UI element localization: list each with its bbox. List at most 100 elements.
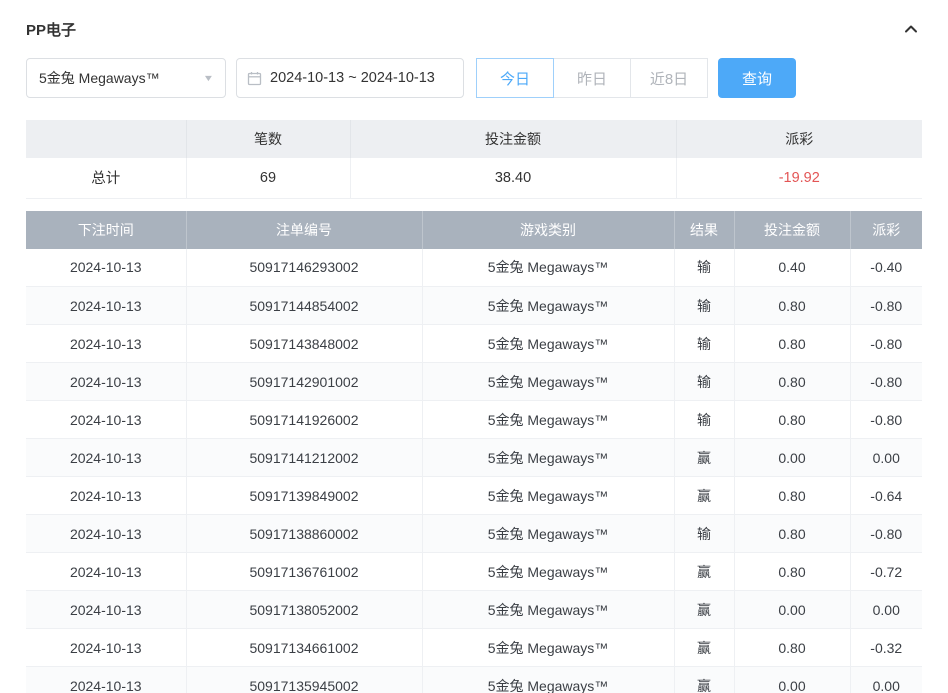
- cell-bet-amount: 0.80: [734, 363, 850, 401]
- calendar-icon: [247, 71, 262, 86]
- header-bet-amount: 投注金额: [734, 211, 850, 249]
- today-button[interactable]: 今日: [476, 58, 554, 98]
- cell-bet-id: 50917146293002: [186, 249, 422, 287]
- header-payout: 派彩: [850, 211, 922, 249]
- cell-result: 赢: [674, 667, 734, 693]
- cell-payout: -0.80: [850, 325, 922, 363]
- cell-payout: 0.00: [850, 667, 922, 693]
- cell-result: 输: [674, 363, 734, 401]
- summary-count: 69: [186, 158, 350, 198]
- summary-bet-amount: 38.40: [350, 158, 676, 198]
- cell-bet-id: 50917136761002: [186, 553, 422, 591]
- cell-result: 输: [674, 249, 734, 287]
- table-header-row: 下注时间注单编号游戏类别结果投注金额派彩: [26, 211, 922, 249]
- cell-bet-time: 2024-10-13: [26, 629, 186, 667]
- cell-bet-id: 50917142901002: [186, 363, 422, 401]
- cell-game-type: 5金兔 Megaways™: [422, 325, 674, 363]
- cell-result: 赢: [674, 439, 734, 477]
- collapse-chevron-up-icon[interactable]: [900, 18, 922, 40]
- table-row: 2024-10-13509171359450025金兔 Megaways™赢 0.…: [26, 667, 922, 693]
- cell-bet-amount: 0.80: [734, 325, 850, 363]
- table-row: 2024-10-13509171438480025金兔 Megaways™输0.…: [26, 325, 922, 363]
- table-row: 2024-10-13509171419260025金兔 Megaways™输0.…: [26, 401, 922, 439]
- cell-game-type: 5金兔 Megaways™: [422, 477, 674, 515]
- cell-bet-amount: 0.80: [734, 401, 850, 439]
- header-game-type: 游戏类别: [422, 211, 674, 249]
- cell-result: 输: [674, 401, 734, 439]
- cell-bet-time: 2024-10-13: [26, 287, 186, 325]
- page: PP电子 5金兔 Megaways™ ▼ 2024-10-13 ~ 2024-1…: [0, 0, 948, 693]
- game-select-value: 5金兔 Megaways™: [39, 68, 160, 88]
- table-row: 2024-10-13509171380520025金兔 Megaways™赢0.…: [26, 591, 922, 629]
- summary-header-cell-3: 派彩: [676, 120, 922, 158]
- cell-payout: -0.40: [850, 249, 922, 287]
- cell-bet-amount: 0.80: [734, 515, 850, 553]
- cell-result: 赢: [674, 553, 734, 591]
- cell-game-type: 5金兔 Megaways™: [422, 401, 674, 439]
- cell-bet-time: 2024-10-13: [26, 667, 186, 693]
- cell-bet-id: 50917143848002: [186, 325, 422, 363]
- cell-bet-amount: 0.40: [734, 249, 850, 287]
- cell-bet-time: 2024-10-13: [26, 553, 186, 591]
- last-8-days-button[interactable]: 近8日: [630, 58, 708, 98]
- cell-bet-id: 50917138052002: [186, 591, 422, 629]
- cell-payout: -0.80: [850, 515, 922, 553]
- cell-bet-amount: 0.80: [734, 629, 850, 667]
- cell-bet-time: 2024-10-13: [26, 515, 186, 553]
- game-select[interactable]: 5金兔 Megaways™ ▼: [26, 58, 226, 98]
- summary-header-cell-1: 笔数: [186, 120, 350, 158]
- cell-payout: -0.80: [850, 363, 922, 401]
- quick-filter-group: 今日 昨日 近8日: [476, 58, 708, 98]
- cell-payout: -0.72: [850, 553, 922, 591]
- caret-down-icon: ▼: [203, 73, 215, 83]
- section-header: PP电子: [26, 14, 922, 44]
- cell-bet-time: 2024-10-13: [26, 325, 186, 363]
- filter-bar: 5金兔 Megaways™ ▼ 2024-10-13 ~ 2024-10-13 …: [26, 58, 922, 98]
- cell-bet-id: 50917141926002: [186, 401, 422, 439]
- cell-game-type: 5金兔 Megaways™: [422, 515, 674, 553]
- cell-bet-time: 2024-10-13: [26, 363, 186, 401]
- cell-bet-time: 2024-10-13: [26, 401, 186, 439]
- cell-game-type: 5金兔 Megaways™: [422, 629, 674, 667]
- table-row: 2024-10-13509171398490025金兔 Megaways™赢0.…: [26, 477, 922, 515]
- summary-header-cell-0: [26, 120, 186, 158]
- date-range-input[interactable]: 2024-10-13 ~ 2024-10-13: [236, 58, 464, 98]
- cell-payout: -0.64: [850, 477, 922, 515]
- cell-game-type: 5金兔 Megaways™: [422, 591, 674, 629]
- cell-bet-amount: 0.00: [734, 439, 850, 477]
- cell-result: 赢: [674, 591, 734, 629]
- cell-bet-amount: 0.00: [734, 591, 850, 629]
- summary-payout: -19.92: [676, 158, 922, 198]
- cell-bet-id: 50917134661002: [186, 629, 422, 667]
- table-row: 2024-10-13509171412120025金兔 Megaways™赢0.…: [26, 439, 922, 477]
- cell-result: 输: [674, 515, 734, 553]
- table-row: 2024-10-13509171388600025金兔 Megaways™输0.…: [26, 515, 922, 553]
- summary-header-row: 笔数投注金额派彩: [26, 120, 922, 158]
- cell-bet-amount: 0.80: [734, 477, 850, 515]
- cell-bet-amount: 0.80: [734, 553, 850, 591]
- cell-game-type: 5金兔 Megaways™: [422, 553, 674, 591]
- date-range-value: 2024-10-13 ~ 2024-10-13: [270, 70, 435, 86]
- cell-bet-id: 50917139849002: [186, 477, 422, 515]
- header-bet-id: 注单编号: [186, 211, 422, 249]
- page-title: PP电子: [26, 19, 76, 40]
- cell-bet-time: 2024-10-13: [26, 249, 186, 287]
- header-result: 结果: [674, 211, 734, 249]
- header-bet-time: 下注时间: [26, 211, 186, 249]
- table-row: 2024-10-13509171448540025金兔 Megaways™输0.…: [26, 287, 922, 325]
- cell-game-type: 5金兔 Megaways™: [422, 363, 674, 401]
- summary-total-row: 总计6938.40-19.92: [26, 158, 922, 198]
- cell-game-type: 5金兔 Megaways™: [422, 667, 674, 693]
- cell-bet-id: 50917135945002: [186, 667, 422, 693]
- cell-bet-amount: 0.80: [734, 287, 850, 325]
- table-row: 2024-10-13509171367610025金兔 Megaways™赢0.…: [26, 553, 922, 591]
- cell-result: 输: [674, 325, 734, 363]
- cell-bet-time: 2024-10-13: [26, 439, 186, 477]
- cell-game-type: 5金兔 Megaways™: [422, 249, 674, 287]
- query-button[interactable]: 查询: [718, 58, 796, 98]
- table-row: 2024-10-13509171462930025金兔 Megaways™输0.…: [26, 249, 922, 287]
- cell-payout: 0.00: [850, 591, 922, 629]
- cell-bet-id: 50917141212002: [186, 439, 422, 477]
- yesterday-button[interactable]: 昨日: [553, 58, 631, 98]
- cell-game-type: 5金兔 Megaways™: [422, 287, 674, 325]
